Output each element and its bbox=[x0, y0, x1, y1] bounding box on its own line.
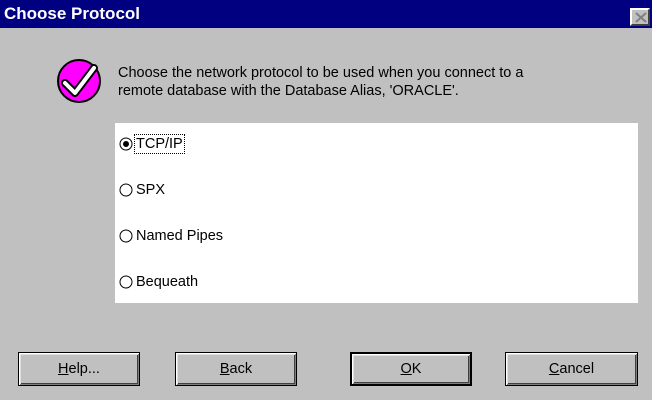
radio-label: Named Pipes bbox=[136, 228, 224, 244]
radio-option-bequeath[interactable]: Bequeath bbox=[119, 271, 199, 293]
close-button[interactable] bbox=[630, 8, 650, 26]
radio-label: SPX bbox=[136, 182, 166, 198]
radio-option-tcpip[interactable]: TCP/IP bbox=[119, 133, 185, 155]
radio-label: Bequeath bbox=[136, 274, 199, 290]
radio-unselected-icon[interactable] bbox=[119, 229, 133, 243]
back-button[interactable]: Back bbox=[175, 352, 297, 386]
radio-label: TCP/IP bbox=[134, 134, 185, 154]
window-title: Choose Protocol bbox=[4, 4, 141, 23]
cancel-button-label: Cancel bbox=[548, 361, 595, 377]
close-icon bbox=[635, 12, 647, 23]
radio-option-named-pipes[interactable]: Named Pipes bbox=[119, 225, 224, 247]
instruction-line-2: remote database with the Database Alias,… bbox=[118, 83, 459, 99]
radio-unselected-icon[interactable] bbox=[119, 183, 133, 197]
help-button[interactable]: Help... bbox=[18, 352, 140, 386]
help-button-label: Help... bbox=[58, 361, 100, 377]
ok-button[interactable]: OK bbox=[350, 352, 472, 386]
instruction-line-1: Choose the network protocol to be used w… bbox=[118, 65, 524, 81]
radio-selected-icon[interactable] bbox=[119, 137, 133, 151]
instruction-text: Choose the network protocol to be used w… bbox=[118, 64, 638, 100]
cancel-button[interactable]: Cancel bbox=[505, 352, 638, 386]
choose-protocol-dialog: Choose Protocol Choose the network proto… bbox=[0, 0, 652, 400]
protocol-options-panel: TCP/IP SPX Named Pipes Bequeath bbox=[115, 123, 638, 303]
checkmark-icon bbox=[57, 59, 101, 103]
ok-button-label: OK bbox=[400, 361, 422, 377]
radio-option-spx[interactable]: SPX bbox=[119, 179, 166, 201]
title-bar[interactable]: Choose Protocol bbox=[0, 0, 652, 28]
radio-unselected-icon[interactable] bbox=[119, 275, 133, 289]
back-button-label: Back bbox=[219, 361, 253, 377]
